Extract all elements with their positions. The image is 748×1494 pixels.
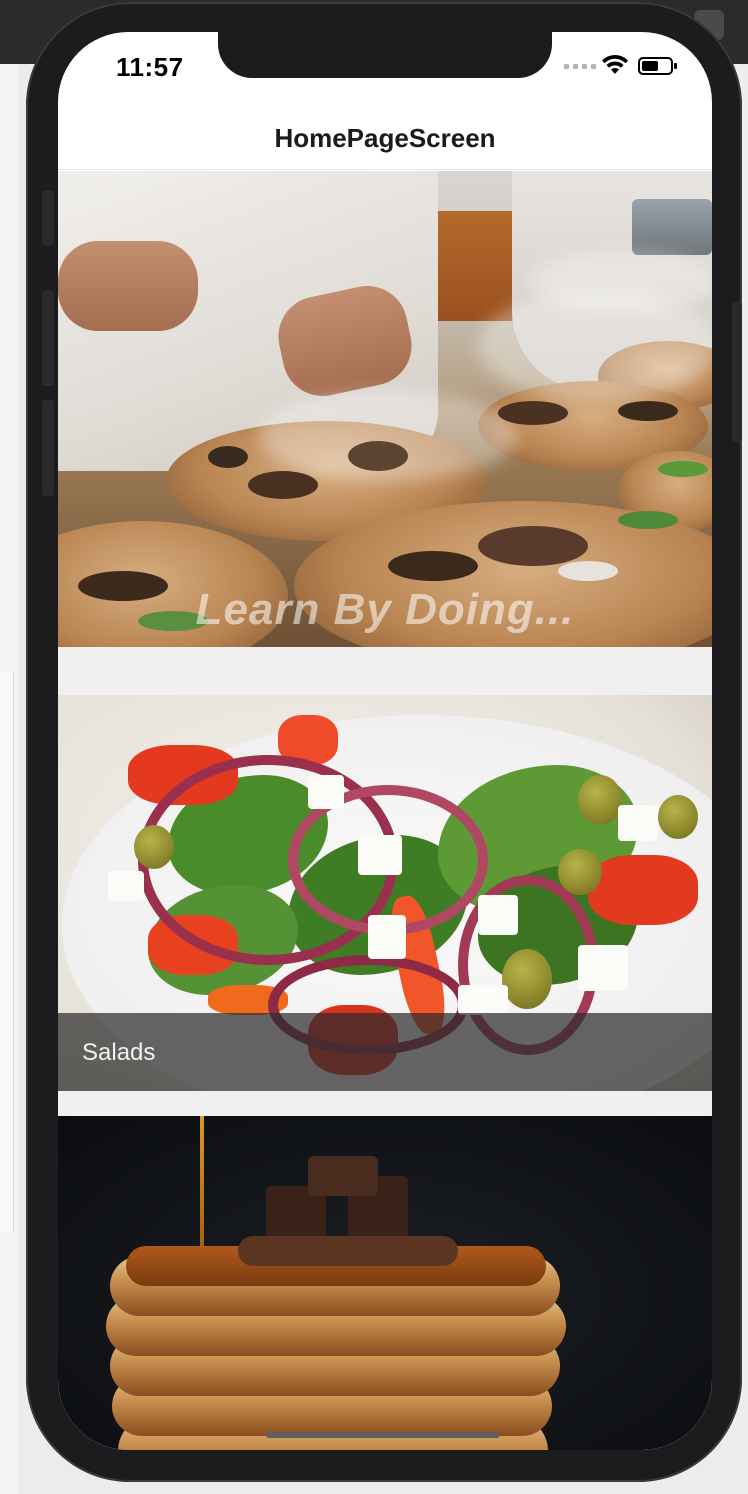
volume-down-button [42,400,54,496]
hero-image [58,171,712,647]
card-caption-bar: Salads [58,1013,712,1091]
wifi-icon [602,54,628,74]
pancakes-image [58,1116,712,1450]
hero-caption: Learn By Doing... [195,585,575,634]
desktop-left-panel [0,672,14,1232]
power-button [732,302,742,442]
navigation-bar: HomePageScreen [58,108,712,170]
card-label-salads: Salads [82,1039,156,1066]
battery-icon [638,57,677,75]
home-indicator[interactable] [266,1432,500,1438]
page-title: HomePageScreen [274,123,496,153]
category-card-salads[interactable]: Salads [58,695,712,1091]
status-time: 11:57 [116,52,184,82]
volume-up-button [42,290,54,386]
mute-switch [42,190,54,246]
notch [218,32,552,78]
category-feed[interactable]: Learn By Doing... Salads [58,171,712,1450]
category-card-pancakes[interactable] [58,1116,712,1450]
phone-screen: 11:57 HomePageScreen Learn By Doing... S… [58,32,712,1450]
signal-dots-icon [564,64,596,69]
hero-banner[interactable]: Learn By Doing... [58,171,712,647]
